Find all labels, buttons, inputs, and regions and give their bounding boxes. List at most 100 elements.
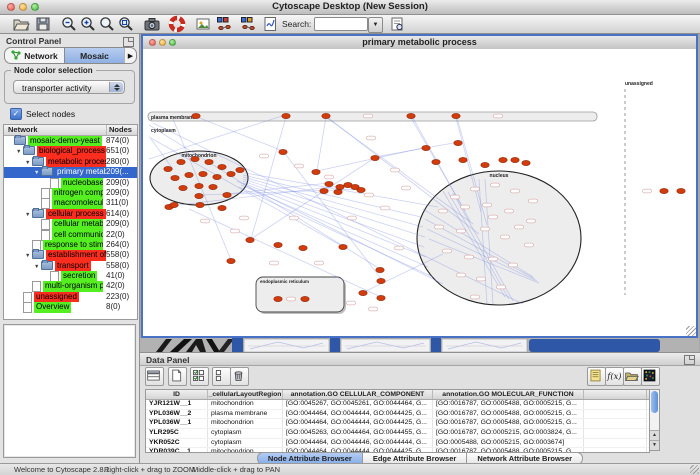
zoom-in-icon[interactable] [79,15,97,33]
tree-row-biological-process[interactable]: ▼biological_process651(0) [4,146,137,156]
window-resize-grip[interactable] [690,465,699,474]
save-session-icon[interactable] [34,15,52,33]
import-icon[interactable] [623,367,642,386]
tree-row-secretion[interactable]: secretion41(0) [4,271,137,281]
tree-expander-icon[interactable]: ▼ [16,149,23,155]
tree-row-nucleobase-[interactable]: nucleobase-209(0) [4,178,137,188]
table-cell: cytoplasm [208,429,283,438]
scroll-up-icon[interactable]: ▲ [650,430,659,440]
column-header[interactable]: annotation.GO CELLULAR_COMPONENT [283,390,433,399]
search-input[interactable] [314,17,368,31]
attribute-list-icon[interactable] [145,367,164,386]
table-cell: YLR295C [146,429,208,438]
table-header-row[interactable]: ID_cellularLayoutRegionannotation.GO CEL… [146,390,649,400]
tree-row-cellular-process[interactable]: ▼cellular process614(0) [4,209,137,219]
tree-row-response-to-stimul[interactable]: response to stimul264(0) [4,240,137,250]
tree-row-label: secretion [61,271,97,281]
tree-row-macromolecule[interactable]: macromolecule311(0) [4,198,137,208]
table-row[interactable]: YPL036W__2plasma membrane[GO:0044464, GO… [146,410,649,420]
tree-row-cell-communicat[interactable]: cell communicat22(0) [4,230,137,240]
graph-node [195,193,203,198]
attribute-table[interactable]: ID_cellularLayoutRegionannotation.GO CEL… [145,389,650,453]
tree-row-multi-organism-pro[interactable]: multi-organism pro42(0) [4,281,137,291]
tree-expander-icon[interactable]: ▼ [34,264,41,270]
tree-expander-icon[interactable]: ▼ [25,160,32,166]
tree-row-transport[interactable]: ▼transport558(0) [4,261,137,271]
select-nodes-checkbox[interactable]: ✓ [10,108,22,120]
tree-expander-icon[interactable]: ▼ [25,253,32,259]
search-dropdown-arrow[interactable]: ▼ [368,17,383,33]
zoom-selected-icon[interactable] [117,15,135,33]
tree-row-count: 558(0) [106,250,129,260]
tab-network-attribute-browser[interactable]: Network Attribute Browser [466,452,583,463]
column-header[interactable]: _cellularLayoutRegion [208,390,283,399]
tab-edge-attribute-browser[interactable]: Edge Attribute Browser [362,452,466,463]
network-tree: Network Nodes mosaic-demo-yeast874(0)▼bi… [3,124,138,320]
tree-row-overview[interactable]: Overview8(0) [4,302,137,312]
window-resize-grip[interactable] [686,326,696,336]
tab-mosaic[interactable]: Mosaic [64,48,124,63]
help-icon[interactable] [168,15,186,33]
tab-network[interactable]: Network [5,48,64,63]
column-header[interactable] [584,390,647,399]
float-panel-icon[interactable] [123,37,134,47]
graph-node [213,174,221,179]
new-attribute-icon[interactable] [168,367,187,386]
table-scrollbar[interactable]: ▲ ▼ [649,389,660,451]
network-canvas[interactable]: plasma membranecytoplasmmitochondrionnuc… [143,49,696,336]
tab-overflow-arrow[interactable]: ▶ [124,48,136,63]
tree-row-metabolic-process[interactable]: ▼metabolic process280(0) [4,157,137,167]
status-pan-hint: Middle-click + drag to PAN [192,465,280,474]
graph-node [196,202,204,207]
graph-node [377,278,385,283]
tree-row-count: 209(0) [106,219,129,229]
graph-node [677,188,685,193]
snapshot-icon[interactable] [143,15,161,33]
table-row[interactable]: YPL036W__1mitochondrion[GO:0044464, GO:0… [146,419,649,429]
notes-icon[interactable] [587,367,606,386]
graph-node [246,237,254,242]
graph-node [199,171,207,176]
select-attributes-icon[interactable] [190,367,209,386]
tree-row-cellular-metabo[interactable]: cellular metabo209(0) [4,219,137,229]
delete-attribute-icon[interactable] [230,367,249,386]
tree-row-establishment-of-lo[interactable]: ▼establishment of lo558(0) [4,250,137,260]
graph-node [301,296,309,301]
table-row[interactable]: YLR295Ccytoplasm[GO:0045263, GO:0044464,… [146,429,649,439]
tree-expander-icon[interactable]: ▼ [34,170,41,176]
table-row[interactable]: YJR121W__1mitochondrion[GO:0045267, GO:0… [146,400,649,410]
column-header[interactable]: ID [146,390,208,399]
open-file-icon[interactable] [12,15,30,33]
tree-expander-icon[interactable]: ▼ [25,212,32,218]
vizmapper-icon[interactable] [215,15,233,33]
matrix-icon[interactable] [641,367,660,386]
zoom-fit-icon[interactable] [98,15,116,33]
table-row[interactable]: YKR052Ccytoplasm[GO:0044464, GO:0044446,… [146,439,649,449]
float-panel-icon[interactable] [684,355,695,365]
network-tree-header[interactable]: Network Nodes [4,125,137,136]
column-header[interactable]: annotation.GO MOLECULAR_FUNCTION [433,390,584,399]
tree-row-primary-metabol[interactable]: ▼primary metabol209(... [4,167,137,177]
scroll-down-icon[interactable]: ▼ [650,440,659,450]
svg-text:nucleus: nucleus [490,173,509,179]
birdseye-view[interactable] [3,324,136,458]
zoom-out-icon[interactable] [60,15,78,33]
tree-row-count: 22(0) [106,230,125,240]
annotation-icon[interactable] [194,15,212,33]
vizmapper-edit-icon[interactable] [239,15,257,33]
tree-row-unassigned[interactable]: unassigned223(0) [4,292,137,302]
tree-row-nitrogen-compo[interactable]: nitrogen compo209(0) [4,188,137,198]
search-mode-icon[interactable] [388,15,406,33]
graph-node [499,157,507,162]
graph-node [357,187,365,192]
formula-icon[interactable]: f(x) [605,367,624,386]
scrollbar-thumb[interactable] [651,391,658,413]
node-color-dropdown[interactable]: transporter activity [13,80,125,94]
tree-row-label: cellular process [46,209,106,219]
tab-node-attribute-browser[interactable]: Node Attribute Browser [257,452,362,463]
filter-icon[interactable] [261,15,279,33]
unselect-attributes-icon[interactable] [212,367,231,386]
table-cell: plasma membrane [208,410,283,419]
network-window-titlebar[interactable]: primary metabolic process [143,36,696,50]
folder-icon [32,209,44,218]
